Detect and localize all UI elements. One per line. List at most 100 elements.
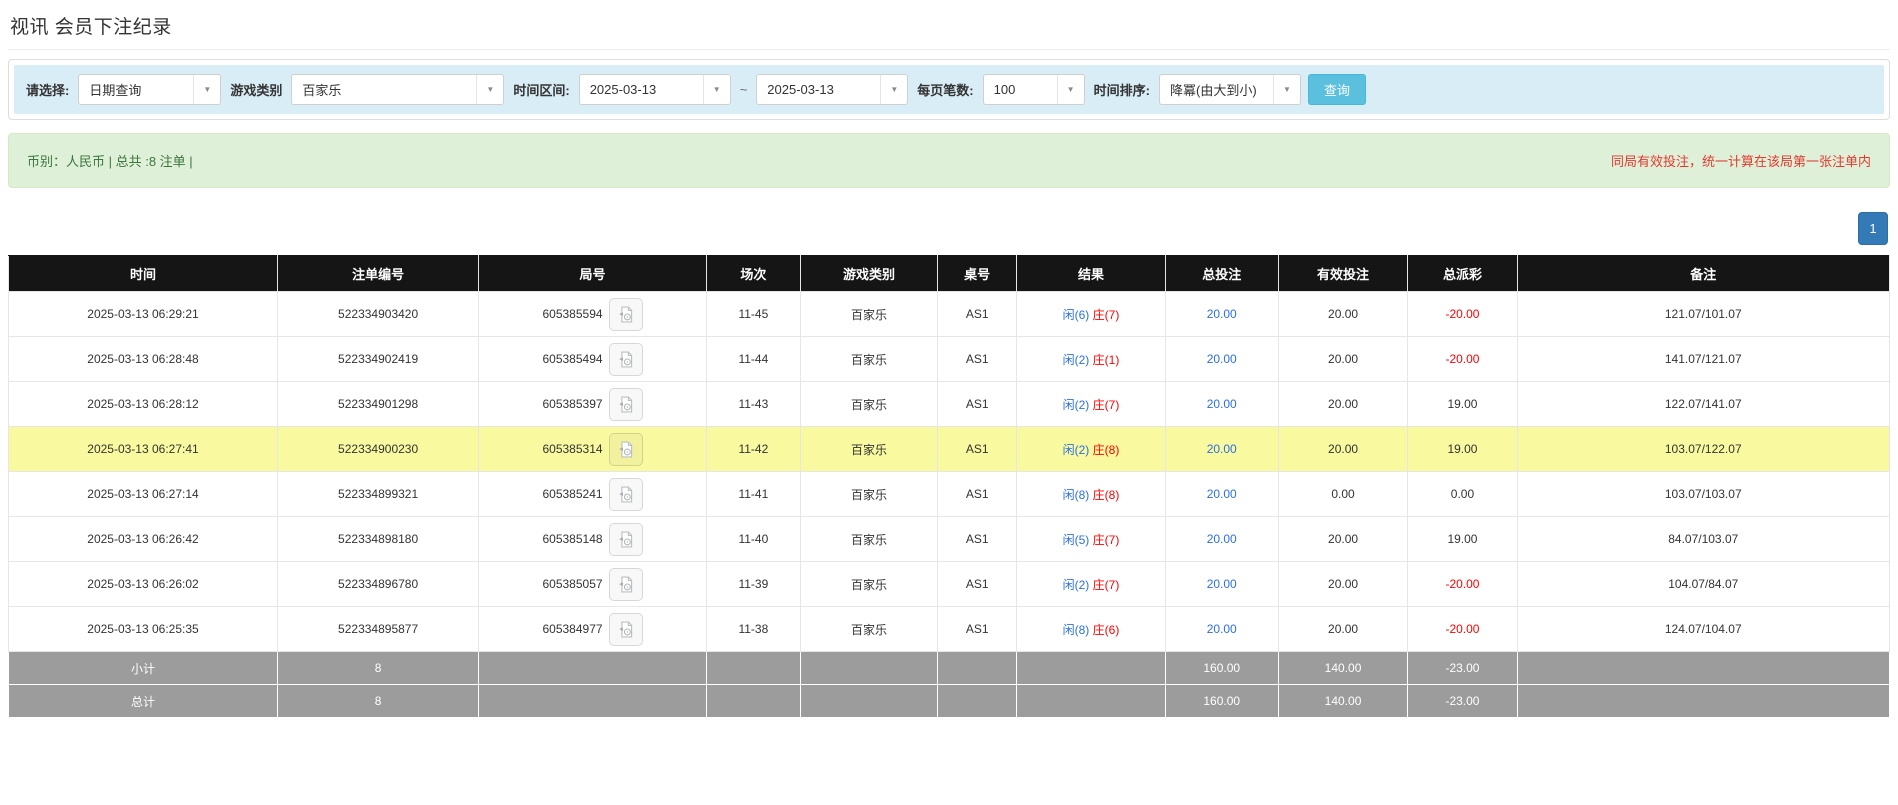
cell-empty	[1017, 652, 1166, 685]
cell-session: 11-43	[706, 382, 800, 427]
cell-payout: -20.00	[1408, 607, 1517, 652]
cell-total-count: 8	[277, 652, 478, 685]
cell-payout: -20.00	[1408, 562, 1517, 607]
round-number-group: 605385494	[542, 343, 642, 376]
page-header: 视讯 会员下注纪录	[8, 8, 1890, 50]
round-number-group: 605385314	[542, 433, 642, 466]
chevron-down-icon: ▼	[1273, 75, 1300, 104]
cell-result: 闲(8) 庄(6)	[1017, 607, 1166, 652]
totals-row: 总计8160.00140.00-23.00	[9, 685, 1890, 718]
total-bet-link[interactable]: 20.00	[1207, 622, 1237, 636]
cell-session: 11-38	[706, 607, 800, 652]
cell-game-type: 百家乐	[800, 292, 937, 337]
cell-valid-bet: 20.00	[1278, 607, 1408, 652]
cell-valid-bet: 20.00	[1278, 517, 1408, 562]
video-replay-button[interactable]	[609, 613, 643, 646]
time-sort-select[interactable]: 降冪(由大到小) ▼	[1159, 74, 1301, 105]
column-header: 总投注	[1165, 256, 1278, 292]
round-number-text: 605385241	[542, 487, 602, 501]
date-to-select[interactable]: 2025-03-13 ▼	[756, 74, 908, 105]
video-replay-button[interactable]	[609, 343, 643, 376]
column-header: 游戏类别	[800, 256, 937, 292]
table-row: 2025-03-13 06:29:21522334903420605385594…	[9, 292, 1890, 337]
video-file-icon	[616, 485, 635, 504]
total-bet-link[interactable]: 20.00	[1207, 577, 1237, 591]
cell-remark: 122.07/141.07	[1517, 382, 1889, 427]
table-row: 2025-03-13 06:26:02522334896780605385057…	[9, 562, 1890, 607]
totals-row: 小计8160.00140.00-23.00	[9, 652, 1890, 685]
cell-game-type: 百家乐	[800, 382, 937, 427]
cell-result: 闲(6) 庄(7)	[1017, 292, 1166, 337]
cell-remark: 121.07/101.07	[1517, 292, 1889, 337]
cell-total-bet-sum: 160.00	[1165, 685, 1278, 718]
page-size-select[interactable]: 100 ▼	[983, 74, 1085, 105]
cell-result: 闲(2) 庄(1)	[1017, 337, 1166, 382]
video-replay-button[interactable]	[609, 298, 643, 331]
cell-session: 11-40	[706, 517, 800, 562]
chevron-down-icon: ▼	[476, 75, 503, 104]
search-button[interactable]: 查询	[1308, 74, 1366, 105]
cell-game-type: 百家乐	[800, 427, 937, 472]
cell-result: 闲(2) 庄(7)	[1017, 382, 1166, 427]
query-type-label: 请选择:	[24, 80, 71, 99]
cell-remark: 103.07/122.07	[1517, 427, 1889, 472]
video-replay-button[interactable]	[609, 568, 643, 601]
total-bet-link[interactable]: 20.00	[1207, 352, 1237, 366]
video-replay-button[interactable]	[609, 478, 643, 511]
column-header: 总派彩	[1408, 256, 1517, 292]
result-banker: 庄(8)	[1093, 443, 1120, 457]
cell-remark: 141.07/121.07	[1517, 337, 1889, 382]
round-number-text: 605385314	[542, 442, 602, 456]
cell-remark: 124.07/104.07	[1517, 607, 1889, 652]
cell-order-number: 522334896780	[277, 562, 478, 607]
video-replay-button[interactable]	[609, 523, 643, 556]
video-replay-button[interactable]	[609, 433, 643, 466]
cell-order-number: 522334895877	[277, 607, 478, 652]
total-bet-link[interactable]: 20.00	[1207, 532, 1237, 546]
page-number-button[interactable]: 1	[1858, 212, 1888, 245]
time-sort-label: 时间排序:	[1092, 80, 1152, 99]
result-banker: 庄(7)	[1093, 533, 1120, 547]
round-number-group: 605385594	[542, 298, 642, 331]
cell-table-number: AS1	[938, 472, 1017, 517]
cell-order-number: 522334899321	[277, 472, 478, 517]
page-size-label: 每页笔数:	[915, 80, 975, 99]
result-player: 闲(8)	[1063, 488, 1090, 502]
cell-table-number: AS1	[938, 337, 1017, 382]
cell-empty	[706, 652, 800, 685]
video-replay-button[interactable]	[609, 388, 643, 421]
total-bet-link[interactable]: 20.00	[1207, 442, 1237, 456]
result-player: 闲(2)	[1063, 443, 1090, 457]
chevron-down-icon: ▼	[193, 75, 220, 104]
round-number-text: 605385148	[542, 532, 602, 546]
game-type-select[interactable]: 百家乐 ▼	[291, 74, 504, 105]
table-row: 2025-03-13 06:28:12522334901298605385397…	[9, 382, 1890, 427]
filter-panel: 请选择: 日期查询 ▼ 游戏类别 百家乐 ▼ 时间区间: 2025-03-13 …	[8, 59, 1890, 120]
cell-result: 闲(2) 庄(8)	[1017, 427, 1166, 472]
cell-time: 2025-03-13 06:27:14	[9, 472, 278, 517]
game-type-label: 游戏类别	[228, 80, 284, 99]
pagination: 1	[8, 212, 1890, 245]
total-bet-link[interactable]: 20.00	[1207, 307, 1237, 321]
query-type-select[interactable]: 日期查询 ▼	[78, 74, 221, 105]
cell-order-number: 522334902419	[277, 337, 478, 382]
table-row: 2025-03-13 06:28:48522334902419605385494…	[9, 337, 1890, 382]
date-from-select[interactable]: 2025-03-13 ▼	[579, 74, 731, 105]
column-header: 结果	[1017, 256, 1166, 292]
game-type-value: 百家乐	[292, 75, 476, 104]
total-bet-link[interactable]: 20.00	[1207, 487, 1237, 501]
cell-round-number: 605385241	[479, 472, 707, 517]
column-header: 时间	[9, 256, 278, 292]
result-banker: 庄(7)	[1093, 308, 1120, 322]
cell-valid-bet-sum: 140.00	[1278, 685, 1408, 718]
video-file-icon	[616, 575, 635, 594]
total-bet-link[interactable]: 20.00	[1207, 397, 1237, 411]
cell-total-bet: 20.00	[1165, 607, 1278, 652]
column-header: 桌号	[938, 256, 1017, 292]
video-file-icon	[616, 305, 635, 324]
video-file-icon	[616, 395, 635, 414]
cell-valid-bet: 20.00	[1278, 337, 1408, 382]
cell-empty	[938, 685, 1017, 718]
result-banker: 庄(7)	[1093, 398, 1120, 412]
table-row: 2025-03-13 06:25:35522334895877605384977…	[9, 607, 1890, 652]
